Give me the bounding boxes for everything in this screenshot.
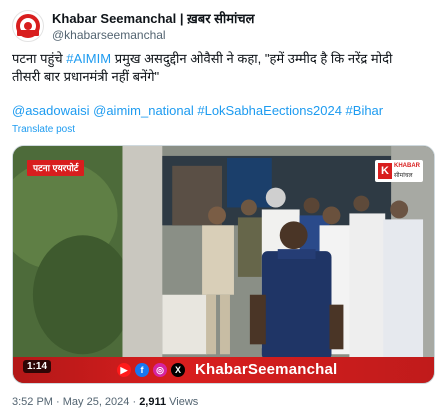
meta-separator-2: · — [129, 396, 140, 408]
channel-brand-text: KhabarSeemanchal — [195, 361, 338, 378]
views-count: 2,911 — [139, 396, 167, 408]
facebook-icon: f — [135, 363, 149, 377]
channel-logo-line1: KHABAR — [394, 163, 420, 169]
tweet-header: Khabar Seemanchal | ख़बर सीमांचल @khabar… — [12, 8, 432, 48]
meta-separator-1: · — [52, 396, 63, 408]
channel-logo: K KHABAR सीमांचल — [375, 160, 423, 182]
avatar[interactable] — [12, 10, 44, 42]
post-date[interactable]: May 25, 2024 — [63, 396, 130, 408]
views-label: Views — [166, 396, 199, 408]
translate-post-link[interactable]: Translate post — [12, 124, 75, 135]
account-handle[interactable]: @khabarseemanchal — [52, 28, 166, 42]
mentions-hashtags[interactable]: @asadowaisi @aimim_national #LokSabhaEec… — [12, 103, 432, 118]
video-duration: 1:14 — [23, 360, 52, 373]
channel-banner: ▶ f ◎ X KhabarSeemanchal — [13, 357, 434, 383]
account-name[interactable]: Khabar Seemanchal | ख़बर सीमांचल — [52, 9, 255, 27]
youtube-icon: ▶ — [117, 363, 131, 377]
post-time[interactable]: 3:52 PM — [12, 396, 53, 408]
tweet-text: पटना पहुंचे #AIMIM प्रमुख असदुद्दीन ओवैस… — [12, 50, 424, 86]
channel-logo-line2: सीमांचल — [394, 173, 413, 179]
channel-logo-mark: K — [378, 163, 392, 179]
tweet-meta: 3:52 PM · May 25, 2024 · 2,911 Views — [12, 396, 198, 408]
tweet-text-part1: पटना पहुंचे — [12, 51, 67, 66]
video-frame — [13, 146, 434, 383]
instagram-icon: ◎ — [153, 363, 167, 377]
hashtag-aimim[interactable]: #AIMIM — [66, 51, 111, 66]
video-player[interactable]: पटना एयरपोर्ट K KHABAR सीमांचल ▶ f ◎ X K… — [12, 145, 435, 384]
x-icon: X — [171, 363, 185, 377]
location-badge: पटना एयरपोर्ट — [27, 160, 85, 176]
